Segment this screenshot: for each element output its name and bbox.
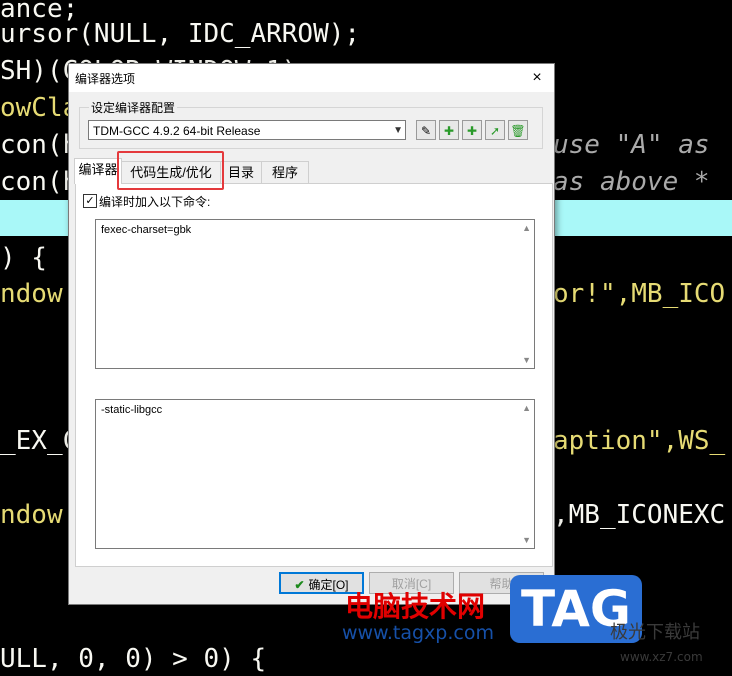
code-line: ) { bbox=[0, 243, 47, 273]
dialog-title: 编译器选项 bbox=[75, 72, 136, 86]
scroll-down-icon[interactable]: ▼ bbox=[522, 355, 531, 365]
watermark-download-site: 极光下载站 bbox=[610, 622, 700, 643]
scroll-up-icon[interactable]: ▲ bbox=[522, 403, 531, 413]
watermark-url: www.tagxp.com bbox=[342, 622, 494, 644]
tab-programs[interactable]: 程序 bbox=[261, 161, 309, 183]
group-label: 设定编译器配置 bbox=[89, 99, 178, 116]
compiler-select-value: TDM-GCC 4.9.2 64-bit Release bbox=[93, 124, 261, 138]
linker-commands-value: -static-libgcc bbox=[101, 404, 163, 416]
code-line: ursor(NULL, IDC_ARROW); bbox=[0, 19, 361, 49]
check-icon: ✔ bbox=[294, 578, 305, 592]
compiler-options-dialog: 编译器选项 × 设定编译器配置 TDM-GCC 4.9.2 64-bit Rel… bbox=[68, 63, 555, 605]
code-line: owCla bbox=[0, 93, 79, 123]
code-line: con(h bbox=[0, 130, 79, 160]
tab-compiler[interactable]: 编译器 bbox=[74, 158, 122, 184]
code-line: ULL, 0, 0) > 0) { bbox=[0, 644, 267, 674]
code-line: con(h bbox=[0, 167, 79, 197]
delete-icon[interactable]: 🗑 bbox=[508, 120, 528, 140]
code-line: ndow bbox=[0, 500, 63, 530]
scroll-up-icon[interactable]: ▲ bbox=[522, 223, 531, 233]
compiler-select[interactable]: TDM-GCC 4.9.2 64-bit Release ▼ bbox=[88, 120, 406, 140]
compiler-commands-value: fexec-charset=gbk bbox=[101, 224, 192, 236]
linker-commands-textarea[interactable]: -static-libgcc ▲ ▼ bbox=[95, 399, 535, 549]
code-line: aption",WS_ bbox=[553, 426, 726, 456]
watermark-cn: 电脑技术网 bbox=[345, 590, 486, 623]
compiler-commands-textarea[interactable]: fexec-charset=gbk ▲ ▼ bbox=[95, 219, 535, 369]
export-icon[interactable]: ➚ bbox=[485, 120, 505, 140]
scroll-down-icon[interactable]: ▼ bbox=[522, 535, 531, 545]
add-commands-checkbox[interactable]: ✓ bbox=[83, 194, 97, 208]
ok-button-label: 确定[O] bbox=[308, 578, 349, 592]
close-icon[interactable]: × bbox=[526, 67, 548, 89]
chevron-down-icon: ▼ bbox=[393, 125, 403, 136]
add-copy-icon[interactable]: ✚ bbox=[462, 120, 482, 140]
checkbox-label: 编译时加入以下命令: bbox=[99, 195, 211, 209]
tab-directories[interactable]: 目录 bbox=[220, 161, 262, 183]
code-line: ndow bbox=[0, 279, 63, 309]
add-icon[interactable]: ✚ bbox=[439, 120, 459, 140]
code-line: _EX_C bbox=[0, 426, 79, 456]
code-line: ,MB_ICONEXC bbox=[553, 500, 726, 530]
code-comment: use "A" as bbox=[553, 130, 710, 160]
code-line: or!",MB_ICO bbox=[553, 279, 726, 309]
watermark-download-url: www.xz7.com bbox=[620, 650, 703, 664]
code-comment: as above * bbox=[553, 167, 710, 197]
highlight-annotation-box bbox=[117, 151, 224, 190]
rename-icon[interactable]: ✎ bbox=[416, 120, 436, 140]
dialog-titlebar: 编译器选项 × bbox=[69, 64, 554, 92]
